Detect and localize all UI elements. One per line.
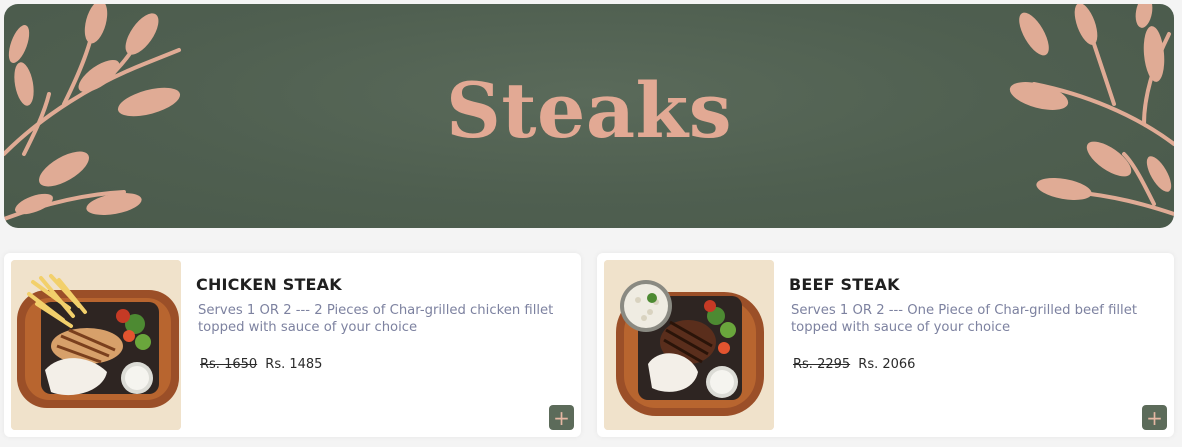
chicken-steak-photo[interactable] <box>11 260 181 430</box>
product-name: CHICKEN STEAK <box>196 275 342 294</box>
product-name: BEEF STEAK <box>789 275 900 294</box>
add-to-cart-button[interactable]: + <box>1142 405 1167 430</box>
original-price: Rs. 2295 <box>793 357 851 372</box>
product-card-beef-steak[interactable]: BEEF STEAK Serves 1 OR 2 --- One Piece o… <box>597 253 1174 437</box>
add-to-cart-button[interactable]: + <box>549 405 574 430</box>
category-banner: Steaks <box>4 4 1174 228</box>
product-list: CHICKEN STEAK Serves 1 OR 2 --- 2 Pieces… <box>4 253 1174 437</box>
product-price: Rs. 1650 Rs. 1485 <box>200 357 322 372</box>
product-card-chicken-steak[interactable]: CHICKEN STEAK Serves 1 OR 2 --- 2 Pieces… <box>4 253 581 437</box>
leaf-decoration-right-icon <box>1009 4 1174 216</box>
beef-steak-photo[interactable] <box>604 260 774 430</box>
product-description: Serves 1 OR 2 --- One Piece of Char-gril… <box>791 303 1137 335</box>
product-price: Rs. 2295 Rs. 2066 <box>793 357 915 372</box>
product-description: Serves 1 OR 2 --- 2 Pieces of Char-grill… <box>198 303 554 335</box>
original-price: Rs. 1650 <box>200 357 258 372</box>
plus-icon: + <box>1146 405 1163 430</box>
discounted-price: Rs. 2066 <box>858 357 916 372</box>
plus-icon: + <box>553 405 570 430</box>
discounted-price: Rs. 1485 <box>265 357 323 372</box>
